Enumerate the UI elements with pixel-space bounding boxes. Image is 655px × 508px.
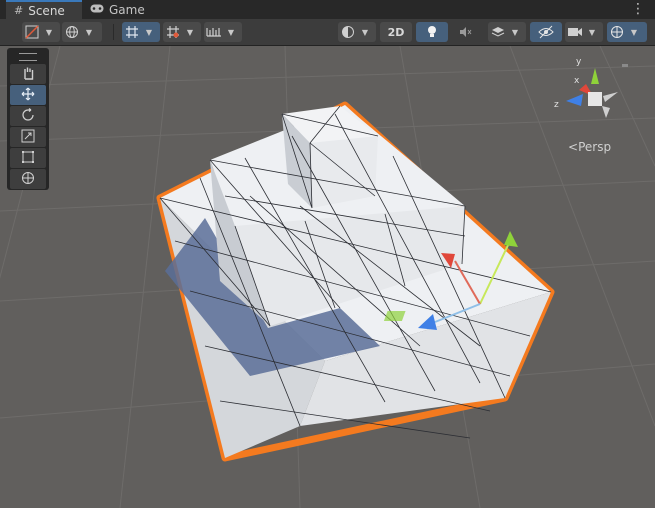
chevron-down-icon: ▼ (588, 27, 596, 37)
grid-snap-icon (163, 22, 183, 42)
scale-tool-button[interactable] (10, 127, 46, 147)
gizmo-neg-y-cone (602, 106, 610, 118)
tool-overlay-panel (7, 48, 49, 190)
effects-dropdown[interactable]: ▼ (488, 22, 526, 42)
chevron-down-icon: ▼ (186, 27, 194, 37)
camera-dropdown[interactable]: ▼ (565, 22, 603, 42)
chevron-left-icon: < (568, 140, 579, 154)
chevron-down-icon: ▼ (227, 27, 235, 37)
audio-toggle[interactable] (455, 22, 485, 42)
gizmo-y-arrow[interactable] (504, 231, 518, 247)
gizmos-dropdown[interactable]: ▼ (607, 22, 647, 42)
scene-viewport[interactable]: y x z (0, 46, 655, 508)
scene-toolbar: ▼ ▼ ▼ ▼ ▼ ▼ 2D ▼ ▼ ▼ (0, 19, 655, 46)
gizmo-center-cube (588, 92, 602, 106)
shading-sphere-icon (338, 22, 358, 42)
toggle-2d-label: 2D (387, 25, 405, 39)
rotate-icon (21, 107, 35, 126)
grid-snap-dropdown[interactable]: ▼ (163, 22, 201, 42)
gizmo-y-label: y (576, 57, 582, 67)
hand-tool-button[interactable] (10, 64, 46, 84)
gizmo-neg-x-cone (603, 92, 618, 102)
hand-icon (21, 65, 35, 84)
layers-icon (488, 22, 508, 42)
rect-tool-button[interactable] (10, 148, 46, 168)
projection-toggle[interactable]: <Persp (568, 140, 611, 154)
move-icon (21, 86, 35, 105)
gizmo-y-cone (591, 68, 599, 84)
tab-scene-label: Scene (28, 3, 65, 18)
lighting-toggle[interactable] (416, 22, 448, 42)
ruler-icon (204, 22, 224, 42)
global-local-dropdown[interactable]: ▼ (62, 22, 102, 42)
snap-icon (122, 22, 142, 42)
gizmo-plane-handle[interactable] (383, 311, 406, 321)
gizmo-lock-indicator (622, 64, 628, 67)
chevron-down-icon: ▼ (45, 27, 53, 37)
grid-icon: # (14, 4, 24, 17)
chevron-down-icon: ▼ (361, 27, 369, 37)
rect-icon (21, 149, 35, 168)
toolbar-divider (113, 24, 114, 40)
move-tool-button[interactable] (10, 85, 46, 105)
hidden-objects-toggle[interactable] (530, 22, 562, 42)
gizmos-icon (607, 22, 627, 42)
top-cube-front (310, 136, 378, 208)
gizmo-z-cone (566, 94, 583, 106)
gamepad-icon (90, 3, 104, 16)
eye-slash-icon (536, 22, 556, 42)
kebab-icon[interactable]: ⋮ (631, 1, 645, 17)
rotate-tool-button[interactable] (10, 106, 46, 126)
chevron-down-icon: ▼ (511, 27, 519, 37)
tab-game[interactable]: Game (90, 0, 160, 19)
tab-game-label: Game (109, 2, 145, 17)
chevron-down-icon: ▼ (85, 27, 93, 37)
toggle-2d-button[interactable]: 2D (380, 22, 412, 42)
projection-label: Persp (578, 140, 612, 154)
globe-icon (62, 22, 82, 42)
camera-icon (565, 22, 585, 42)
speaker-muted-icon (455, 22, 475, 42)
snap-toggle[interactable]: ▼ (122, 22, 160, 42)
gizmo-z-label: z (554, 100, 559, 110)
lightbulb-icon (422, 22, 442, 42)
draw-mode-icon (22, 22, 42, 42)
chevron-down-icon: ▼ (145, 27, 153, 37)
chevron-down-icon: ▼ (630, 27, 638, 37)
gizmo-x-label: x (574, 76, 580, 86)
draw-mode-dropdown[interactable]: ▼ (22, 22, 60, 42)
shading-mode-dropdown[interactable]: ▼ (338, 22, 376, 42)
drag-handle[interactable] (19, 53, 37, 61)
transform-tool-button[interactable] (10, 169, 46, 189)
tab-scene[interactable]: # Scene (6, 0, 82, 19)
increment-snap-dropdown[interactable]: ▼ (204, 22, 242, 42)
transform-icon (21, 170, 35, 189)
tab-bar: # Scene Game ⋮ (0, 0, 655, 19)
scale-icon (21, 128, 35, 147)
